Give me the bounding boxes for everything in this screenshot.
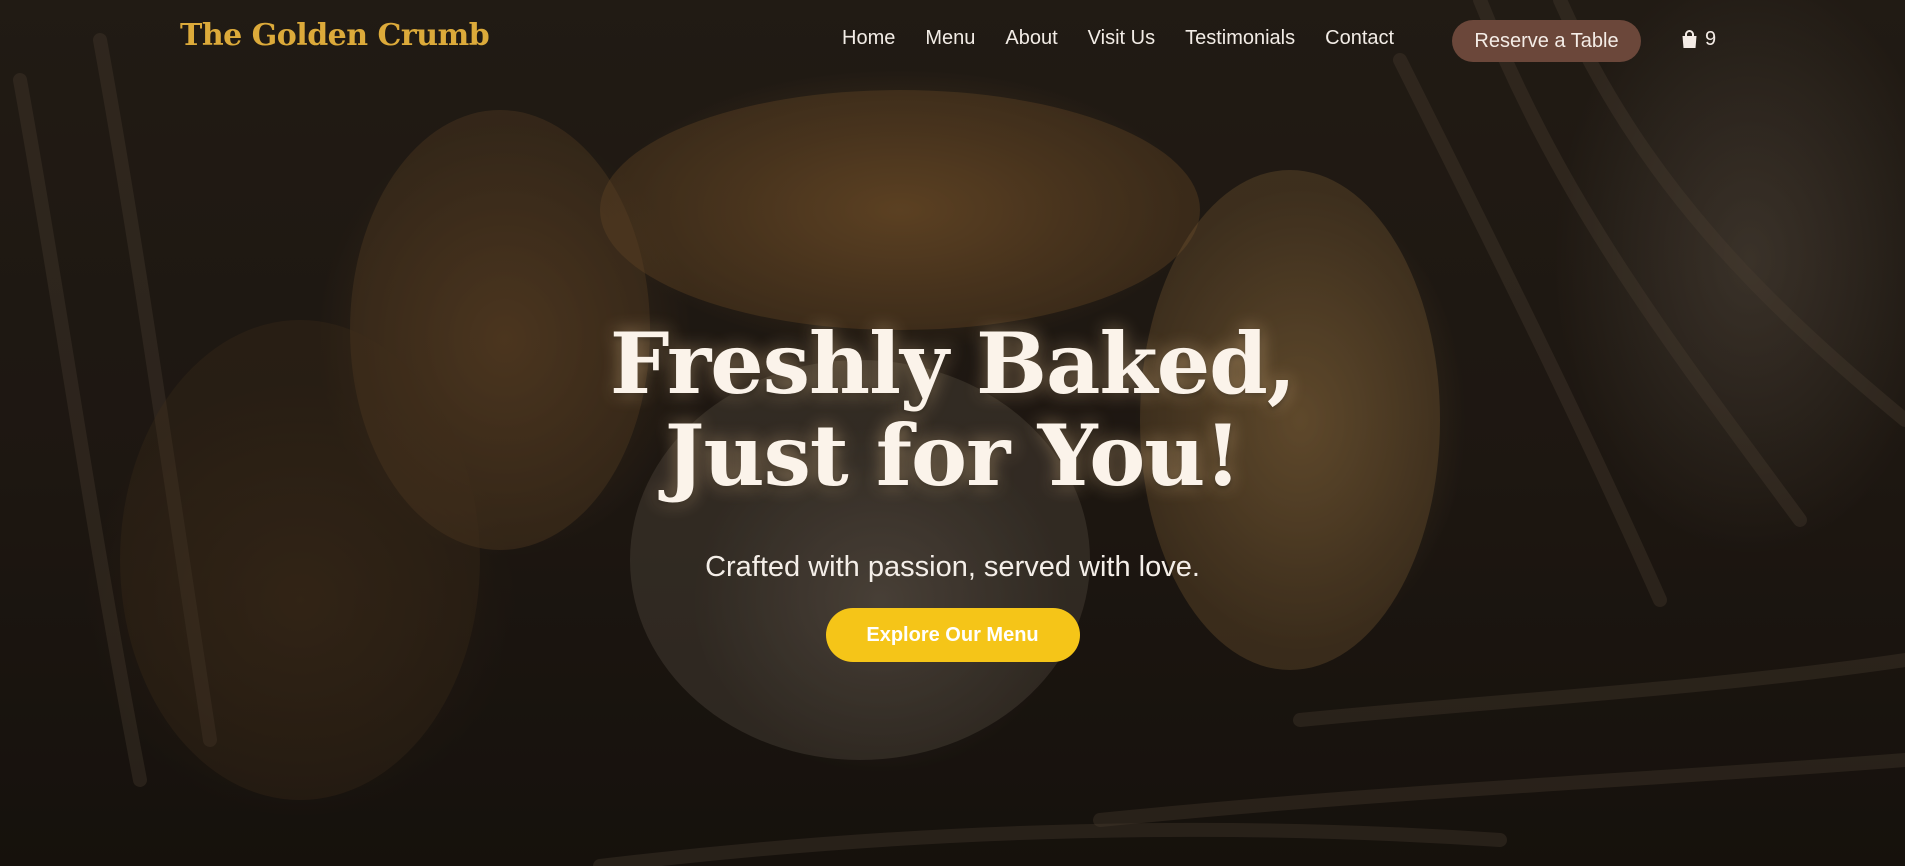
nav-link-testimonials[interactable]: Testimonials <box>1185 27 1295 50</box>
nav-links: Home Menu About Visit Us Testimonials Co… <box>842 27 1424 50</box>
cart-count: 9 <box>1705 28 1717 50</box>
hero-section: The Golden Crumb Home Menu About Visit U… <box>0 0 1905 866</box>
nav-link-home[interactable]: Home <box>842 27 895 50</box>
hero-title-line-2: Just for You! <box>664 406 1241 505</box>
nav-link-about[interactable]: About <box>1005 27 1057 50</box>
hero-subtitle: Crafted with passion, served with love. <box>705 551 1200 583</box>
brand-logo[interactable]: The Golden Crumb <box>180 18 490 53</box>
reserve-table-button[interactable]: Reserve a Table <box>1452 20 1641 62</box>
cart-button[interactable]: 9 <box>1681 28 1716 51</box>
explore-menu-button[interactable]: Explore Our Menu <box>825 608 1080 662</box>
shopping-bag-icon <box>1682 30 1697 48</box>
hero-title-line-1: Freshly Baked, <box>609 314 1296 413</box>
nav-link-menu[interactable]: Menu <box>925 27 975 50</box>
top-navbar: The Golden Crumb Home Menu About Visit U… <box>0 0 1905 82</box>
hero-content: Freshly Baked, Just for You! Crafted wit… <box>0 318 1905 662</box>
hero-title: Freshly Baked, Just for You! <box>0 318 1905 502</box>
nav-link-contact[interactable]: Contact <box>1325 27 1394 50</box>
nav-link-visit-us[interactable]: Visit Us <box>1088 27 1155 50</box>
